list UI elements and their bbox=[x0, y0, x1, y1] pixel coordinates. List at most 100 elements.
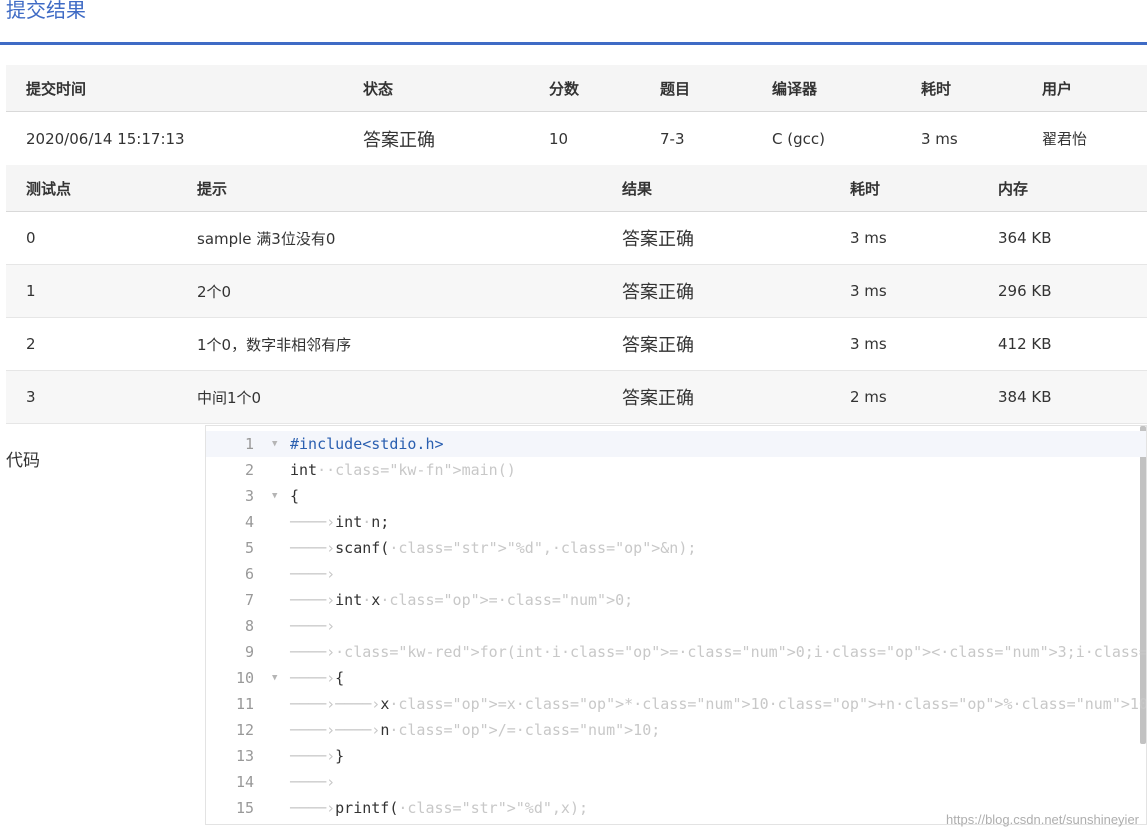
code-editor[interactable]: 1 ▼ #include<stdio.h> 2 int··class="kw-fn">m… bbox=[205, 425, 1147, 825]
summary-row: 2020/06/14 15:17:13 答案正确 10 7-3 C (gcc) … bbox=[6, 111, 1147, 166]
fold-toggle-icon[interactable]: ▼ bbox=[272, 483, 277, 509]
header-time: 耗时 bbox=[830, 165, 978, 212]
code-text: ────› bbox=[290, 617, 336, 635]
fold-toggle-icon[interactable]: ▼ bbox=[272, 431, 277, 457]
code-line[interactable]: 12 ────›────›n·class="op">/=·class="num">… bbox=[206, 717, 1146, 743]
line-number: 8 bbox=[244, 617, 254, 635]
line-number: 14 bbox=[235, 773, 254, 791]
compiler: C (gcc) bbox=[752, 111, 901, 166]
code-text: ────›} bbox=[290, 747, 345, 765]
line-number: 10 bbox=[235, 669, 254, 687]
tests-header-row: 测试点 提示 结果 耗时 内存 bbox=[6, 165, 1147, 212]
code-line[interactable]: 3 ▼ { bbox=[206, 483, 1146, 509]
fold-toggle-icon[interactable]: ▼ bbox=[272, 665, 277, 691]
header-submit-time: 提交时间 bbox=[6, 65, 343, 112]
code-line[interactable]: 4 ────›int·n; bbox=[206, 509, 1146, 535]
code-text: ────›int·x·class="op">=·class="num">0; bbox=[290, 591, 634, 609]
code-text: ────› bbox=[290, 565, 336, 583]
line-number: 3 bbox=[244, 487, 254, 505]
test-hint: 2个0 bbox=[177, 264, 602, 318]
line-number: 9 bbox=[244, 643, 254, 661]
test-id: 2 bbox=[6, 317, 177, 371]
watermark: https://blog.csdn.net/sunshineyier bbox=[946, 812, 1139, 827]
score: 10 bbox=[529, 111, 640, 166]
line-number: 7 bbox=[244, 591, 254, 609]
test-time: 3 ms bbox=[830, 317, 978, 371]
user-name: 翟君怡 bbox=[1022, 111, 1147, 166]
submission-summary-table: 提交时间 状态 分数 题目 编译器 耗时 用户 2020/06/14 15:17… bbox=[6, 65, 1147, 166]
line-number: 11 bbox=[235, 695, 254, 713]
header-hint: 提示 bbox=[177, 165, 602, 212]
code-line[interactable]: 14 ────› bbox=[206, 769, 1146, 795]
test-result: 答案正确 bbox=[602, 317, 830, 371]
test-memory: 296 KB bbox=[978, 264, 1147, 318]
table-row: 1 2个0 答案正确 3 ms 296 KB bbox=[6, 264, 1147, 318]
code-text: ────›·class="kw-red">for(int·i·class="op… bbox=[290, 643, 1147, 661]
code-text: #include<stdio.h> bbox=[290, 435, 444, 453]
problem-link[interactable]: 7-3 bbox=[640, 111, 752, 166]
title-divider bbox=[0, 42, 1147, 45]
code-line[interactable]: 11 ────›────›x·class="op">=x·class="op">*… bbox=[206, 691, 1146, 717]
test-hint: 中间1个0 bbox=[177, 370, 602, 424]
code-line[interactable]: 5 ────›scanf(·class="str">"%d",·class="op… bbox=[206, 535, 1146, 561]
code-label: 代码 bbox=[6, 451, 40, 471]
test-id: 3 bbox=[6, 370, 177, 424]
test-time: 2 ms bbox=[830, 370, 978, 424]
test-time: 3 ms bbox=[830, 264, 978, 318]
code-line[interactable]: 2 int··class="kw-fn">main() bbox=[206, 457, 1146, 483]
line-number: 13 bbox=[235, 747, 254, 765]
header-score: 分数 bbox=[529, 65, 640, 112]
header-test-point: 测试点 bbox=[6, 165, 177, 212]
test-result: 答案正确 bbox=[602, 264, 830, 318]
code-line[interactable]: 6 ────› bbox=[206, 561, 1146, 587]
test-case-table: 测试点 提示 结果 耗时 内存 0 sample 满3位没有0 答案正确 3 m… bbox=[6, 165, 1147, 424]
line-number: 6 bbox=[244, 565, 254, 583]
code-line[interactable]: 8 ────› bbox=[206, 613, 1146, 639]
code-line[interactable]: 7 ────›int·x·class="op">=·class="num">0; bbox=[206, 587, 1146, 613]
table-row: 2 1个0，数字非相邻有序 答案正确 3 ms 412 KB bbox=[6, 317, 1147, 371]
submit-time: 2020/06/14 15:17:13 bbox=[6, 111, 343, 166]
header-problem: 题目 bbox=[640, 65, 752, 112]
code-text: { bbox=[290, 487, 300, 505]
test-id: 0 bbox=[6, 211, 177, 265]
code-line[interactable]: 13 ────›} bbox=[206, 743, 1146, 769]
test-memory: 412 KB bbox=[978, 317, 1147, 371]
status-accepted: 答案正确 bbox=[343, 111, 529, 166]
code-text: ────›int·n; bbox=[290, 513, 390, 531]
test-result: 答案正确 bbox=[602, 370, 830, 424]
line-number: 4 bbox=[244, 513, 254, 531]
code-line[interactable]: 1 ▼ #include<stdio.h> bbox=[206, 431, 1146, 457]
code-text: ────›printf(·class="str">"%d",x); bbox=[290, 799, 589, 817]
line-number: 1 bbox=[244, 435, 254, 453]
test-memory: 384 KB bbox=[978, 370, 1147, 424]
header-duration: 耗时 bbox=[901, 65, 1022, 112]
test-time: 3 ms bbox=[830, 211, 978, 265]
code-text: ────› bbox=[290, 773, 336, 791]
test-result: 答案正确 bbox=[602, 211, 830, 265]
test-hint: sample 满3位没有0 bbox=[177, 211, 602, 265]
code-text: int··class="kw-fn">main() bbox=[290, 461, 516, 479]
line-number: 15 bbox=[235, 799, 254, 817]
header-user: 用户 bbox=[1022, 65, 1147, 112]
code-text: ────›{ bbox=[290, 669, 345, 687]
header-compiler: 编译器 bbox=[752, 65, 901, 112]
code-text: ────›────›x·class="op">=x·class="op">*·c… bbox=[290, 695, 1147, 713]
code-text: ────›scanf(·class="str">"%d",·class="op"… bbox=[290, 539, 697, 557]
duration: 3 ms bbox=[901, 111, 1022, 166]
header-status: 状态 bbox=[343, 65, 529, 112]
test-hint: 1个0，数字非相邻有序 bbox=[177, 317, 602, 371]
line-number: 2 bbox=[244, 461, 254, 479]
table-row: 0 sample 满3位没有0 答案正确 3 ms 364 KB bbox=[6, 211, 1147, 265]
summary-header-row: 提交时间 状态 分数 题目 编译器 耗时 用户 bbox=[6, 65, 1147, 112]
code-line[interactable]: 10 ▼ ────›{ bbox=[206, 665, 1146, 691]
code-text: ────›────›n·class="op">/=·class="num">10… bbox=[290, 721, 661, 739]
line-number: 5 bbox=[244, 539, 254, 557]
code-line[interactable]: 9 ────›·class="kw-red">for(int·i·class="o… bbox=[206, 639, 1146, 665]
line-number: 12 bbox=[235, 721, 254, 739]
test-id: 1 bbox=[6, 264, 177, 318]
header-result: 结果 bbox=[602, 165, 830, 212]
test-memory: 364 KB bbox=[978, 211, 1147, 265]
table-row: 3 中间1个0 答案正确 2 ms 384 KB bbox=[6, 370, 1147, 424]
page-title: 提交结果 bbox=[6, 0, 86, 22]
header-memory: 内存 bbox=[978, 165, 1147, 212]
